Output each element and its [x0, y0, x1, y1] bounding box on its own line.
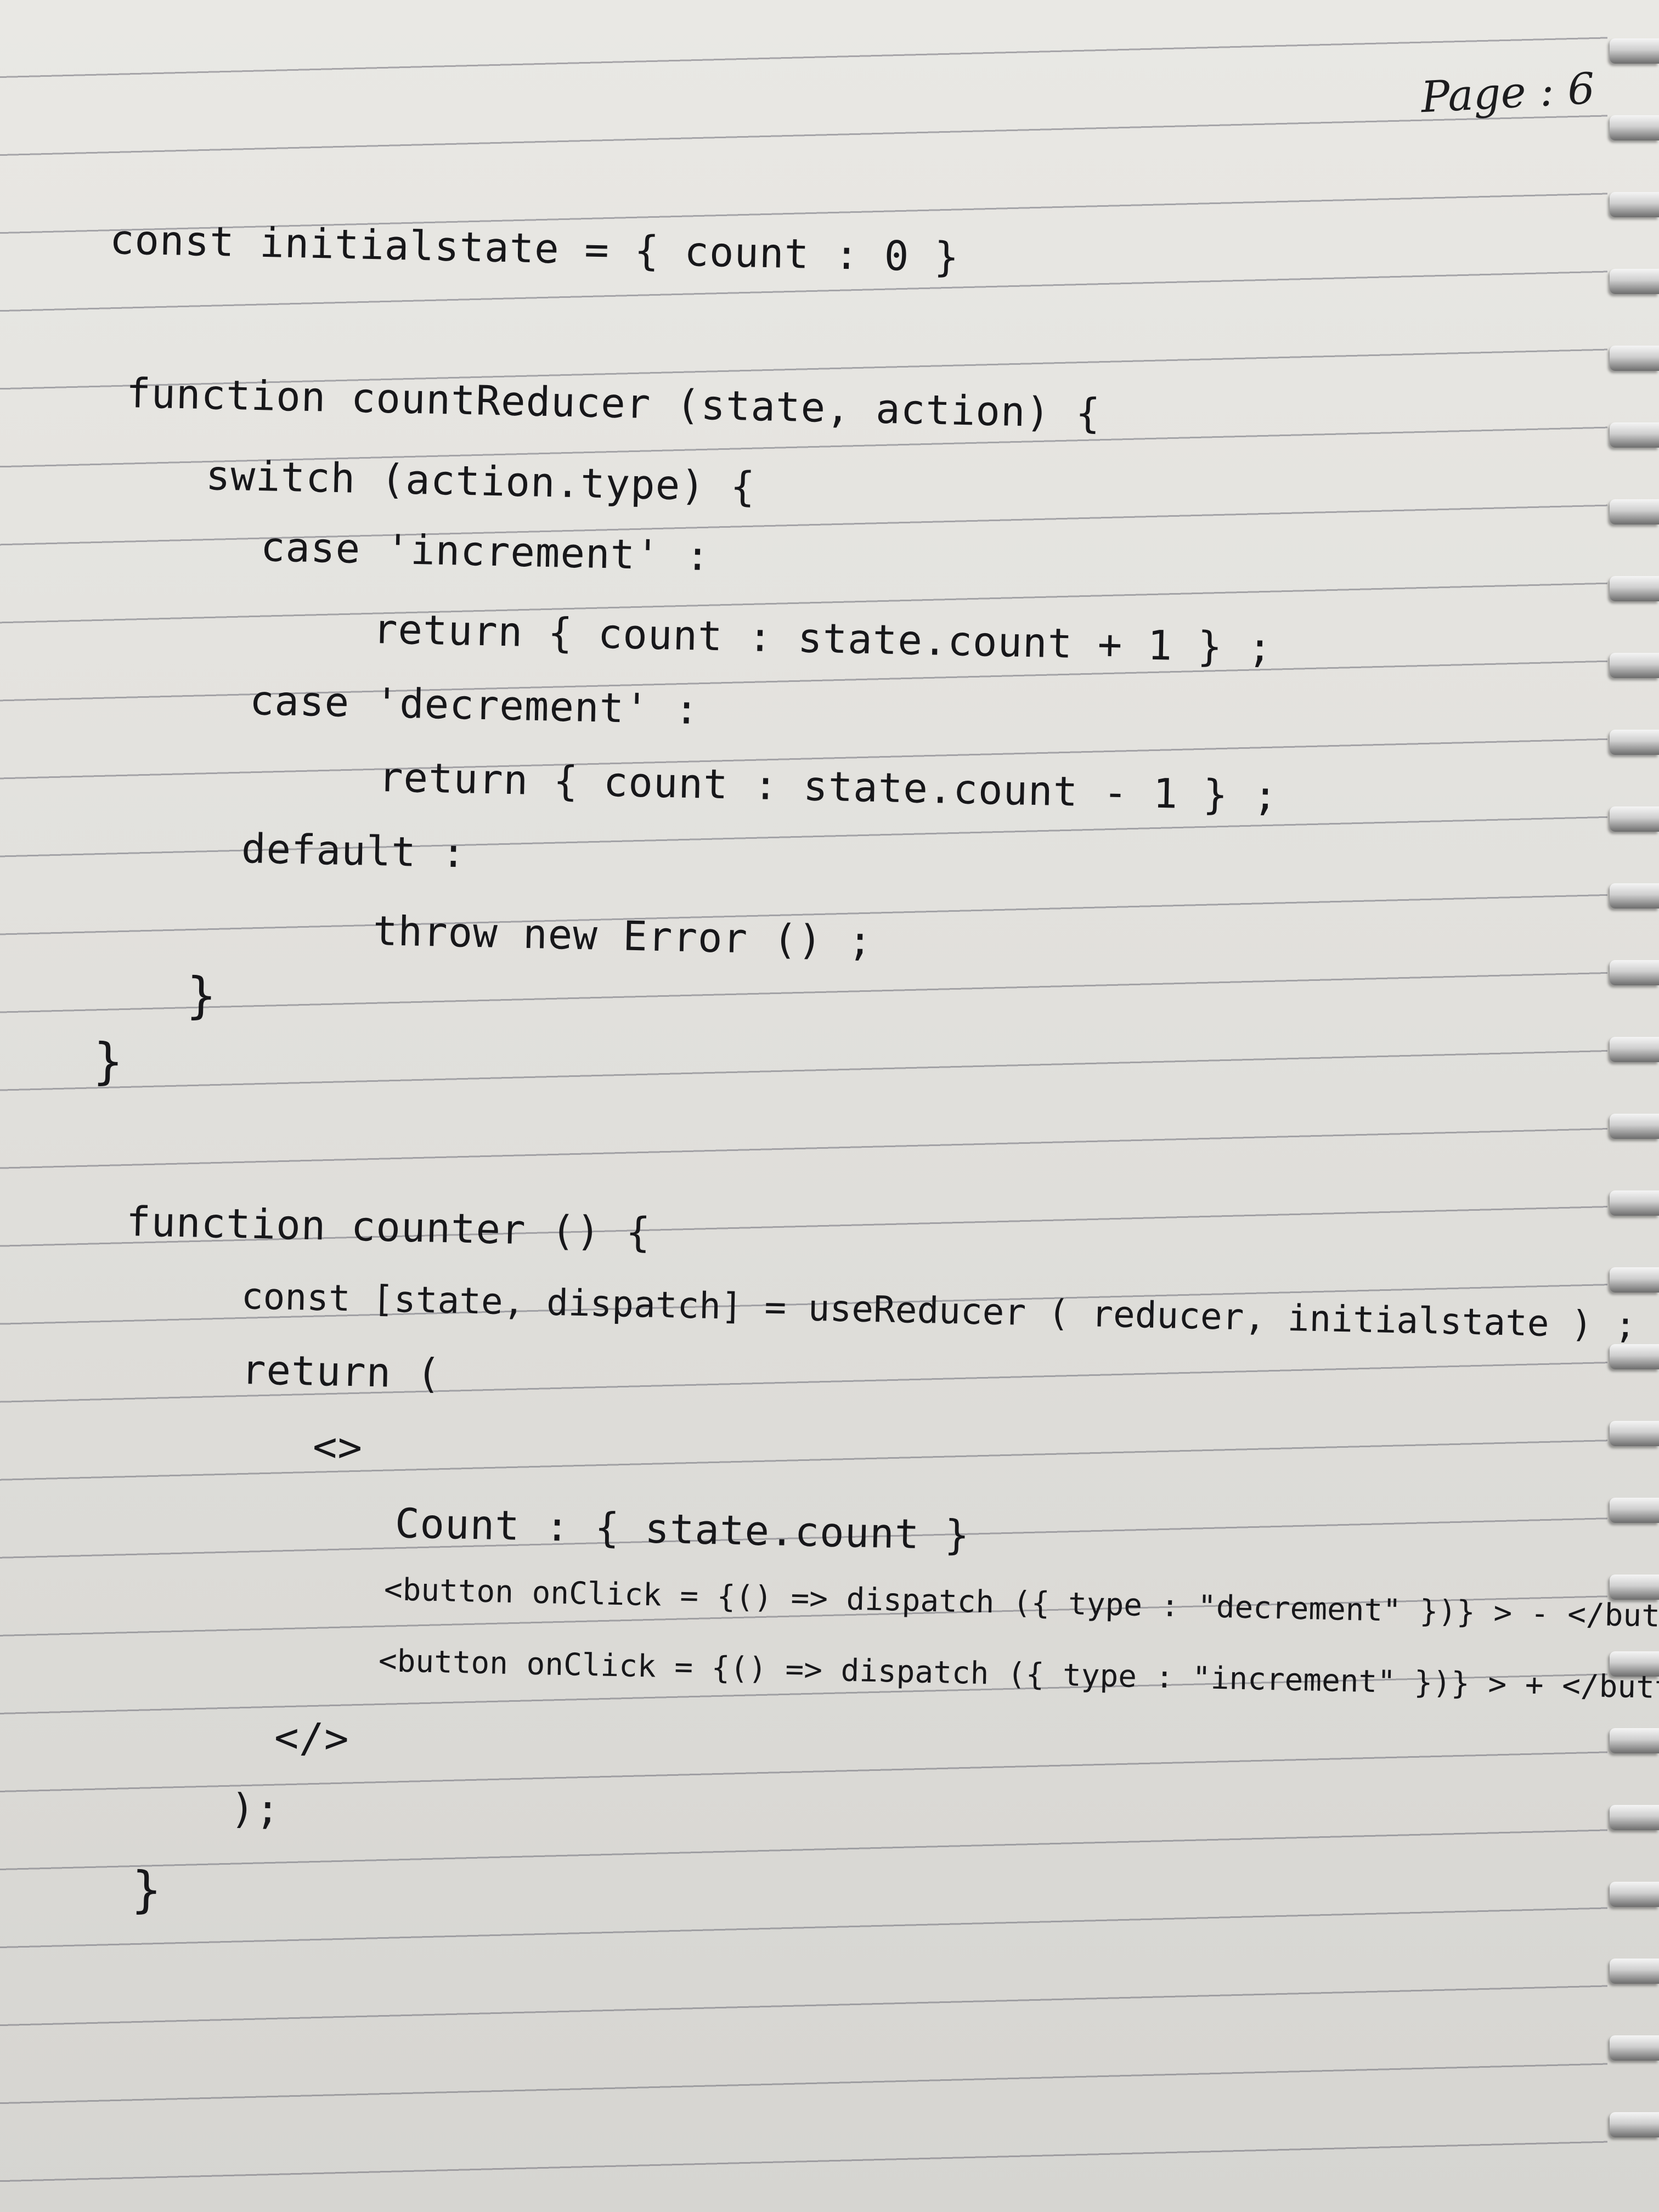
spiral-ring: [1610, 576, 1659, 601]
code-line: function countReducer (state, action) {: [126, 370, 1102, 438]
code-line: Count : { state.count }: [394, 1500, 970, 1559]
spiral-ring: [1610, 1575, 1659, 1600]
notebook-page: Page : 6 const initialstate = { count : …: [0, 0, 1659, 2212]
spiral-ring: [1610, 1344, 1659, 1369]
code-line: );: [230, 1785, 281, 1833]
code-line: <button onClick = {() => dispatch ({ typ…: [383, 1572, 1659, 1636]
spiral-ring: [1610, 1728, 1659, 1753]
spiral-ring: [1610, 1805, 1659, 1830]
spiral-ring: [1610, 499, 1659, 524]
spiral-ring: [1610, 1190, 1659, 1216]
handwritten-code: const initialstate = { count : 0 } funct…: [0, 0, 1659, 2212]
code-line: const initialstate = { count : 0 }: [109, 216, 960, 281]
code-line: </>: [274, 1714, 350, 1763]
code-line: throw new Error () ;: [373, 907, 873, 966]
spiral-ring: [1610, 1114, 1659, 1139]
code-line: return { count : state.count - 1 } ;: [378, 754, 1279, 820]
code-line: const [state, dispatch] = useReducer ( r…: [241, 1275, 1637, 1347]
spiral-ring: [1610, 192, 1659, 217]
code-line: function counter () {: [126, 1198, 652, 1257]
code-line: <button onClick = {() => dispatch ({ typ…: [378, 1643, 1659, 1707]
spiral-ring: [1610, 1498, 1659, 1523]
spiral-ring: [1610, 422, 1659, 448]
code-line: }: [131, 1861, 163, 1920]
code-line: return { count : state.count + 1 } ;: [373, 606, 1273, 672]
spiral-ring: [1610, 1267, 1659, 1293]
spiral-ring: [1610, 1037, 1659, 1062]
spiral-ring: [1610, 1882, 1659, 1907]
spiral-ring: [1610, 806, 1659, 832]
code-line: case 'increment' :: [260, 523, 711, 580]
code-line: }: [92, 1032, 125, 1091]
spiral-ring: [1610, 2035, 1659, 2061]
spiral-ring: [1610, 960, 1659, 985]
spiral-ring: [1610, 2112, 1659, 2137]
code-line: }: [185, 967, 218, 1025]
spiral-ring: [1610, 653, 1659, 678]
code-line: case 'decrement' :: [249, 677, 700, 734]
code-line: return (: [241, 1346, 442, 1398]
spiral-binding: [1607, 22, 1659, 2211]
spiral-ring: [1610, 730, 1659, 755]
spiral-ring: [1610, 883, 1659, 909]
code-line: switch (action.type) {: [205, 452, 756, 511]
spiral-ring: [1610, 1421, 1659, 1446]
code-line: <>: [312, 1423, 363, 1471]
spiral-ring: [1610, 1959, 1659, 1984]
spiral-ring: [1610, 38, 1659, 64]
spiral-ring: [1610, 346, 1659, 371]
spiral-ring: [1610, 115, 1659, 140]
spiral-ring: [1610, 269, 1659, 294]
code-line: default :: [241, 825, 467, 877]
